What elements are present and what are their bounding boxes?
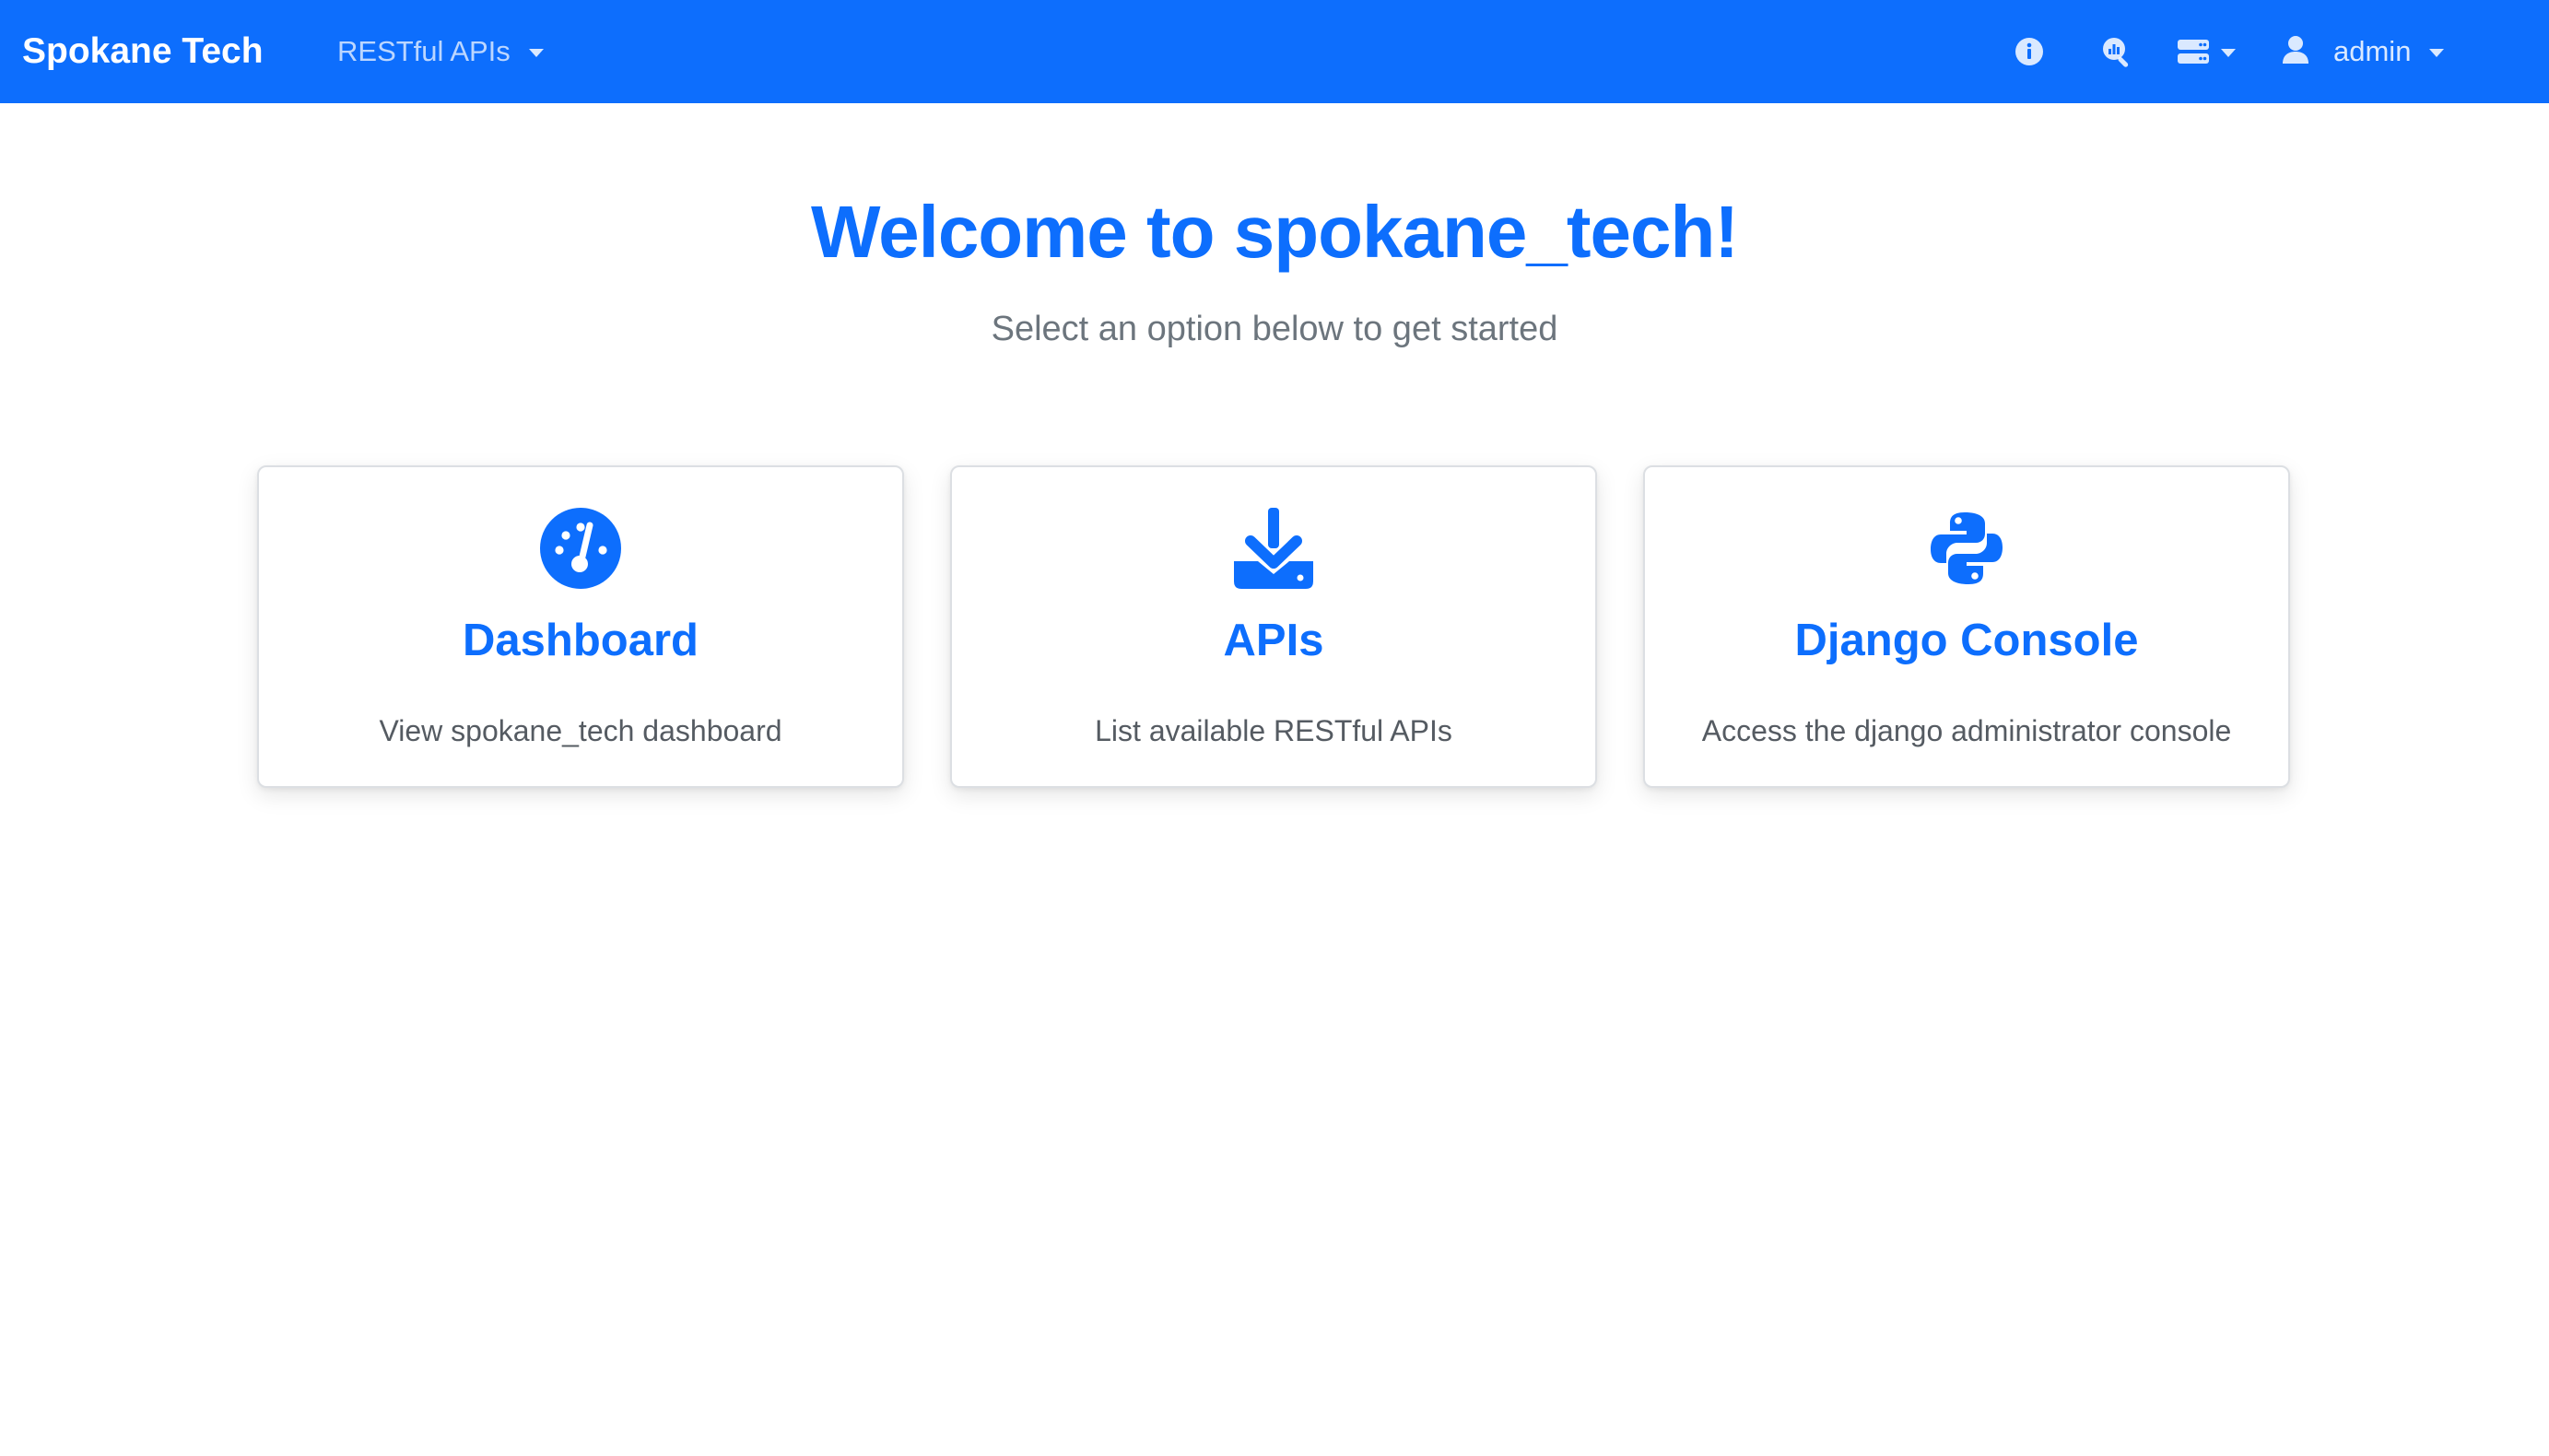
page-subtitle: Select an option below to get started	[991, 310, 1558, 348]
python-icon	[1645, 502, 2288, 594]
restful-apis-dropdown[interactable]: RESTful APIs	[337, 0, 544, 103]
chevron-down-icon	[2221, 48, 2236, 57]
info-button[interactable]	[2015, 0, 2044, 103]
user-icon	[2282, 35, 2309, 69]
info-icon	[2015, 37, 2044, 66]
user-name-label: admin	[2333, 35, 2412, 67]
card-title: Django Console	[1794, 616, 2139, 665]
download-icon	[952, 502, 1595, 594]
search-chart-icon	[2101, 36, 2132, 67]
card-title: Dashboard	[463, 616, 699, 665]
card-description: Access the django administrator console	[1701, 714, 2232, 747]
user-dropdown[interactable]: admin	[2282, 0, 2445, 103]
django-console-card[interactable]: Django Console Access the django adminis…	[1643, 465, 2290, 788]
page-title: Welcome to spokane_tech!	[811, 191, 1739, 273]
card-title: APIs	[1223, 616, 1324, 665]
top-navbar: Spokane Tech RESTful APIs admin	[0, 0, 2549, 103]
card-description: View spokane_tech dashboard	[379, 714, 782, 747]
dashboard-card[interactable]: Dashboard View spokane_tech dashboard	[257, 465, 904, 788]
gauge-icon	[259, 502, 902, 594]
chevron-down-icon	[528, 48, 544, 57]
chevron-down-icon	[2429, 48, 2445, 57]
apis-card[interactable]: APIs List available RESTful APIs	[950, 465, 1597, 788]
server-icon	[2177, 38, 2210, 65]
search-chart-button[interactable]	[2101, 0, 2132, 103]
brand-link[interactable]: Spokane Tech	[22, 0, 264, 103]
restful-apis-label: RESTful APIs	[337, 35, 511, 67]
card-description: List available RESTful APIs	[1095, 714, 1452, 747]
server-dropdown[interactable]	[2177, 0, 2236, 103]
